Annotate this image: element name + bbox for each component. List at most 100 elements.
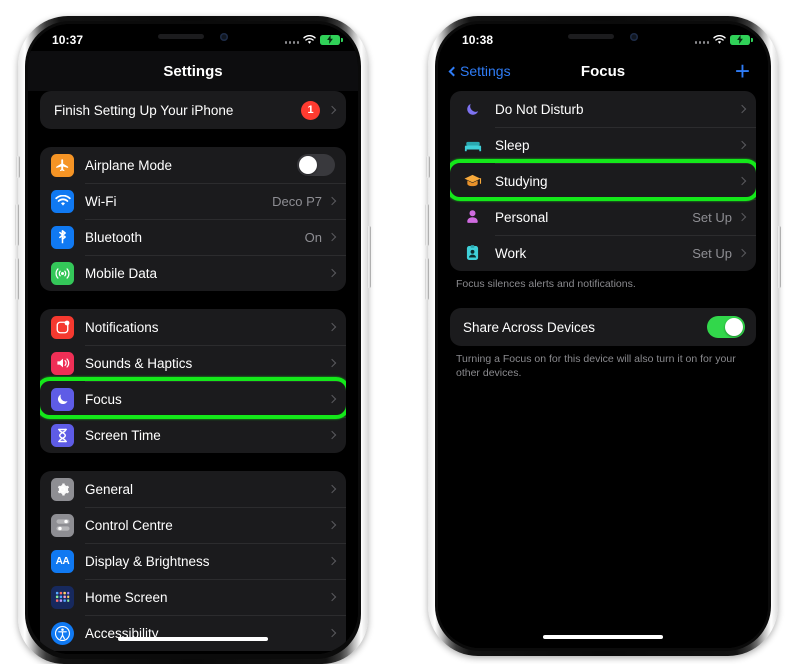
status-time: 10:37	[52, 32, 84, 47]
wifi-icon	[303, 34, 316, 45]
silent-switch-left[interactable]	[16, 156, 20, 178]
graduation-cap-icon	[461, 170, 484, 193]
battery-charging-icon	[320, 34, 343, 45]
home-indicator-right	[543, 635, 663, 639]
chevron-right-icon	[327, 520, 337, 530]
row-label: Bluetooth	[85, 229, 143, 245]
chevron-right-icon	[327, 232, 337, 242]
front-camera-icon	[630, 32, 638, 41]
person-icon	[461, 206, 484, 229]
row-work[interactable]: Work Set Up	[450, 235, 756, 271]
control-centre-icon	[51, 513, 74, 537]
screen-left: 10:37 Settings Finish Setting Up Your iP…	[28, 24, 358, 654]
chevron-right-icon	[327, 556, 337, 566]
row-share-across-devices[interactable]: Share Across Devices	[450, 308, 756, 346]
row-screen-time[interactable]: Screen Time	[40, 417, 346, 453]
row-notifications[interactable]: Notifications	[40, 309, 346, 345]
row-focus[interactable]: Focus	[40, 381, 346, 417]
battery-charging-icon	[730, 34, 753, 45]
wifi-icon	[713, 34, 726, 45]
iphone-left-settings: 10:37 Settings Finish Setting Up Your iP…	[15, 16, 371, 664]
chevron-right-icon	[737, 140, 747, 150]
volume-down-button-right[interactable]	[425, 258, 429, 300]
row-sounds-haptics[interactable]: Sounds & Haptics	[40, 345, 346, 381]
row-sleep[interactable]: Sleep	[450, 127, 756, 163]
row-general[interactable]: General	[40, 471, 346, 507]
focus-list-container: Do Not Disturb Sleep Studying Personal S…	[438, 91, 768, 648]
page-title: Focus	[580, 62, 626, 80]
chevron-right-icon	[327, 358, 337, 368]
row-wifi[interactable]: Wi-Fi Deco P7	[40, 183, 346, 219]
chevron-right-icon	[327, 196, 337, 206]
row-home-screen[interactable]: Home Screen	[40, 579, 346, 615]
crescent-moon-icon	[461, 98, 484, 121]
earpiece-speaker-icon	[158, 34, 204, 39]
row-label: Control Centre	[85, 517, 173, 533]
focus-caption: Focus silences alerts and notifications.	[456, 278, 636, 290]
chevron-right-icon	[327, 484, 337, 494]
bluetooth-icon	[51, 225, 74, 249]
group-share-across-devices: Share Across Devices	[450, 308, 756, 347]
wifi-icon	[51, 189, 74, 213]
row-finish-setup[interactable]: Finish Setting Up Your iPhone 1	[40, 91, 346, 129]
group-alerts: Notifications Sounds & Haptics Focus Scr…	[40, 309, 346, 453]
power-button-right[interactable]	[777, 226, 781, 288]
group-system: General Control Centre AA Display & Brig…	[40, 471, 346, 651]
row-personal[interactable]: Personal Set Up	[450, 199, 756, 235]
share-across-devices-toggle[interactable]	[707, 316, 745, 339]
row-label: Share Across Devices	[463, 319, 596, 335]
back-button[interactable]: Settings	[448, 63, 511, 79]
row-label: Mobile Data	[85, 265, 158, 281]
group-focus-modes: Do Not Disturb Sleep Studying Personal S…	[450, 91, 756, 271]
chevron-right-icon	[737, 176, 747, 186]
share-caption: Turning a Focus on for this device will …	[456, 353, 736, 380]
back-label: Settings	[460, 63, 511, 79]
add-focus-button[interactable]: +	[735, 58, 750, 84]
chevron-right-icon	[327, 430, 337, 440]
row-label: Personal	[495, 209, 549, 225]
silent-switch-right[interactable]	[426, 156, 430, 178]
row-control-centre[interactable]: Control Centre	[40, 507, 346, 543]
row-display-brightness[interactable]: AA Display & Brightness	[40, 543, 346, 579]
row-bluetooth[interactable]: Bluetooth On	[40, 219, 346, 255]
power-button-left[interactable]	[367, 226, 371, 288]
volume-down-button-left[interactable]	[15, 258, 19, 300]
row-do-not-disturb[interactable]: Do Not Disturb	[450, 91, 756, 127]
notch-left	[117, 24, 269, 49]
volume-up-button-left[interactable]	[15, 204, 19, 246]
chevron-right-icon	[737, 248, 747, 258]
accessibility-icon	[51, 621, 74, 645]
row-label: Display & Brightness	[85, 553, 210, 569]
earpiece-speaker-icon	[568, 34, 614, 39]
volume-up-button-right[interactable]	[425, 204, 429, 246]
sounds-haptics-icon	[51, 351, 74, 375]
row-label: Sleep	[495, 137, 530, 153]
chevron-right-icon	[327, 322, 337, 332]
status-indicators	[694, 34, 753, 45]
row-value: Set Up	[692, 245, 732, 261]
row-value: Deco P7	[272, 193, 322, 209]
settings-list: Finish Setting Up Your iPhone 1 Airplane…	[28, 91, 358, 654]
row-studying[interactable]: Studying	[450, 163, 756, 199]
chevron-right-icon	[327, 105, 337, 115]
row-accessibility[interactable]: Accessibility	[40, 615, 346, 651]
airplane-icon	[51, 153, 74, 177]
row-value: Set Up	[692, 209, 732, 225]
row-label: Home Screen	[85, 589, 168, 605]
notifications-icon	[51, 315, 74, 339]
status-badge: 1	[301, 100, 320, 120]
airplane-mode-toggle[interactable]	[297, 154, 335, 176]
row-value: On	[304, 229, 322, 245]
phone-bezel-right: 10:38 Settings Focus + Do Not Disturb Sl…	[438, 24, 768, 648]
home-indicator-left	[118, 637, 268, 641]
row-label: Notifications	[85, 319, 159, 335]
row-airplane-mode[interactable]: Airplane Mode	[40, 147, 346, 183]
row-label: Sounds & Haptics	[85, 355, 193, 371]
mobile-data-icon	[51, 261, 74, 285]
chevron-right-icon	[737, 212, 747, 222]
iphone-right-focus: 10:38 Settings Focus + Do Not Disturb Sl…	[425, 16, 781, 656]
chevron-right-icon	[327, 268, 337, 278]
page-title: Settings	[163, 62, 223, 80]
row-label: General	[85, 481, 134, 497]
row-mobile-data[interactable]: Mobile Data	[40, 255, 346, 291]
